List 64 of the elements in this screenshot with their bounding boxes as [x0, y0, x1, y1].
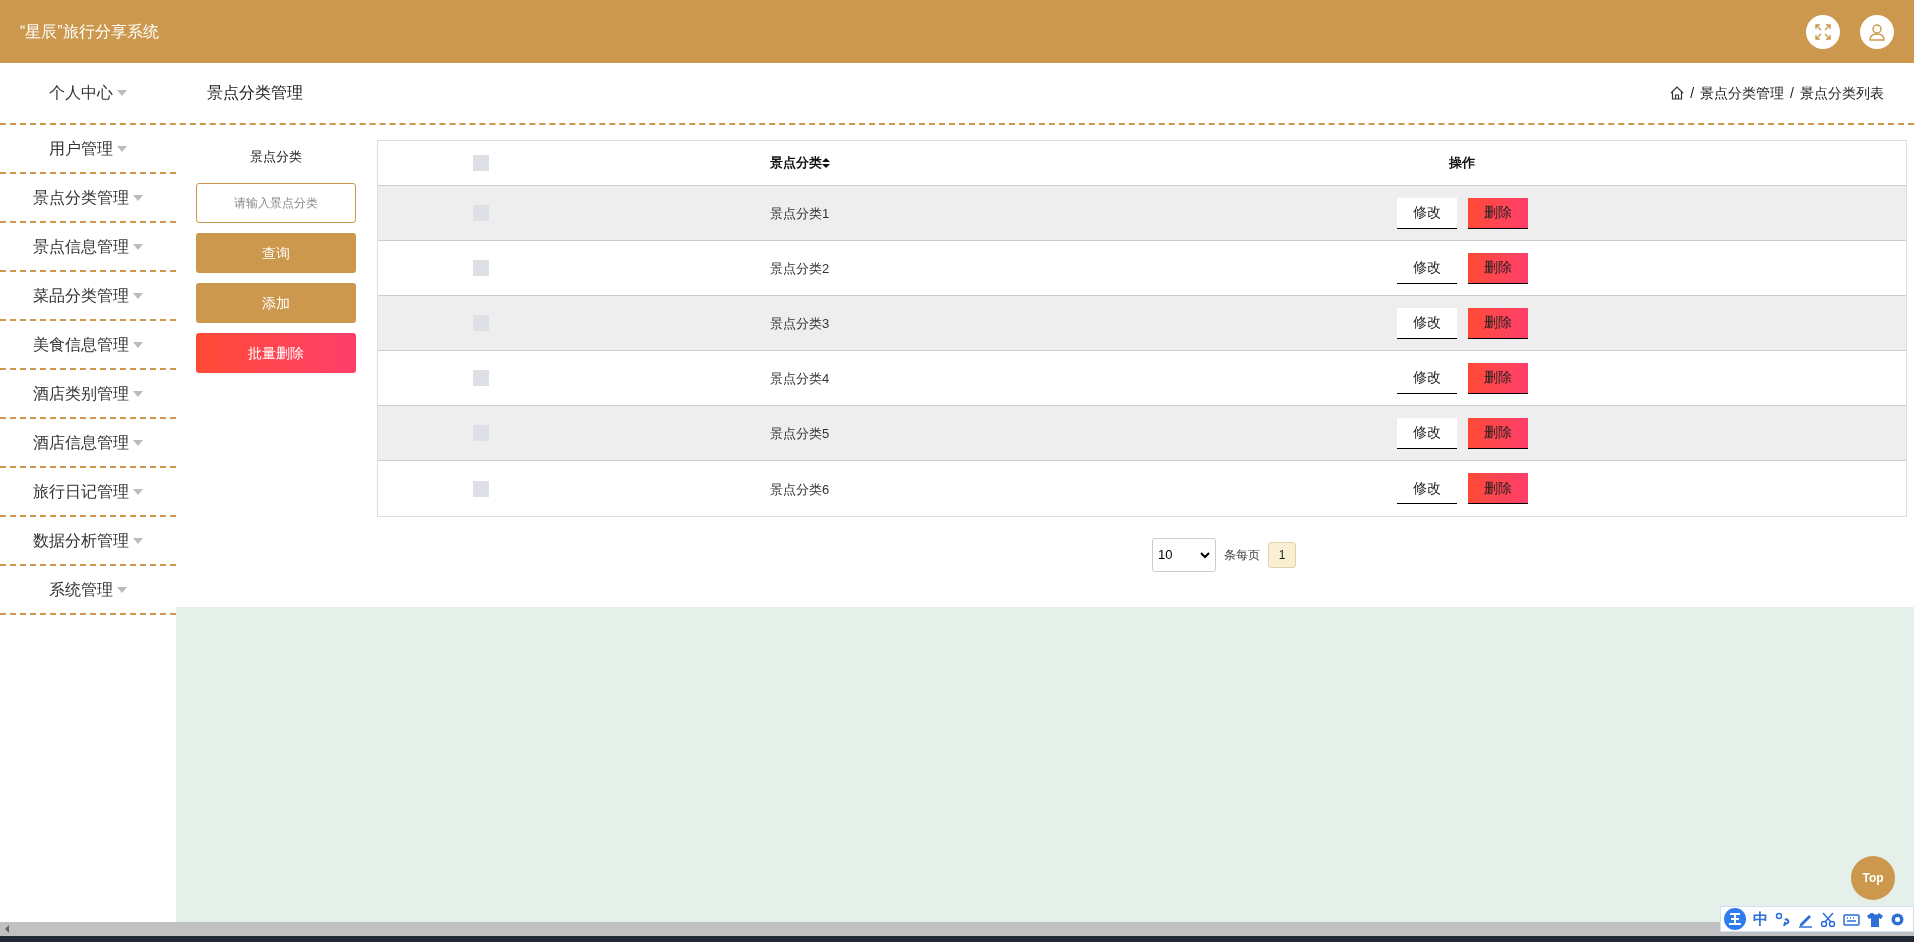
caret-icon	[133, 194, 143, 201]
edit-button[interactable]: 修改	[1396, 417, 1457, 449]
per-page-label: 条每页	[1224, 547, 1260, 564]
delete-button[interactable]: 删除	[1467, 473, 1528, 504]
field-label: 景点分类	[249, 147, 303, 166]
delete-button[interactable]: 删除	[1467, 252, 1528, 284]
delete-button[interactable]: 删除	[1467, 417, 1528, 449]
sidebar-item[interactable]: 酒店类别管理	[0, 370, 176, 417]
sidebar-item[interactable]: 美食信息管理	[0, 321, 176, 368]
checkbox[interactable]	[473, 155, 489, 171]
table-cell: 景点分类6	[770, 481, 830, 497]
fullscreen-icon[interactable]	[1806, 14, 1840, 49]
checkbox[interactable]	[473, 480, 489, 497]
sort-icon	[822, 158, 830, 168]
delete-button[interactable]: 删除	[1467, 197, 1528, 229]
sidebar-item[interactable]: 菜品分类管理	[0, 272, 176, 319]
breadcrumb-link[interactable]: 景点分类管理	[1700, 82, 1785, 104]
sidebar-item[interactable]: 用户管理	[0, 125, 176, 172]
page-title: 景点分类管理	[207, 83, 303, 103]
table-cell: 景点分类4	[770, 371, 830, 386]
page-size-select[interactable]: 10	[1152, 538, 1216, 572]
table-cell: 景点分类5	[770, 426, 830, 441]
user-icon[interactable]	[1860, 14, 1894, 49]
sidebar-item[interactable]: 系统管理	[0, 566, 176, 613]
sidebar-item[interactable]: 景点信息管理	[0, 223, 176, 270]
caret-icon	[117, 586, 127, 593]
caret-icon	[133, 243, 143, 250]
caret-icon	[117, 145, 127, 152]
punctuation-icon[interactable]	[1774, 910, 1791, 928]
sidebar-item[interactable]: 景点分类管理	[0, 174, 176, 221]
table-cell: 景点分类1	[770, 206, 830, 221]
edit-button[interactable]: 修改	[1396, 197, 1457, 229]
breadcrumb-separator: /	[1790, 83, 1794, 103]
column-header[interactable]: 景点分类	[770, 153, 830, 173]
table-cell: 景点分类3	[770, 316, 830, 331]
breadcrumb-separator: /	[1690, 83, 1695, 103]
caret-icon	[133, 439, 143, 446]
shirt-icon[interactable]	[1866, 910, 1883, 928]
sidebar-item[interactable]: 旅行日记管理	[0, 468, 176, 515]
checkbox[interactable]	[473, 260, 489, 276]
breadcrumb-link[interactable]: 景点分类列表	[1800, 82, 1884, 104]
chevron-down-icon	[1200, 551, 1210, 559]
sidebar-item[interactable]: 酒店信息管理	[0, 419, 176, 466]
caret-icon	[133, 341, 143, 348]
edit-button[interactable]: 修改	[1396, 307, 1457, 339]
table-cell: 景点分类2	[770, 261, 830, 276]
sidebar-item[interactable]: 数据分析管理	[0, 517, 176, 564]
sidebar-item[interactable]: 个人中心	[0, 63, 176, 123]
app-title: “星辰”旅行分享系统	[20, 21, 159, 42]
checkbox[interactable]	[473, 370, 489, 386]
caret-icon	[133, 488, 143, 495]
delete-button[interactable]: 删除	[1467, 362, 1528, 394]
caret-icon	[133, 390, 143, 397]
delete-button[interactable]: 删除	[1467, 307, 1528, 339]
caret-icon	[117, 90, 127, 96]
ime-logo-icon[interactable]	[1723, 907, 1747, 931]
input-mode-toggle[interactable]: 中	[1753, 907, 1768, 931]
home-icon[interactable]	[1670, 86, 1685, 100]
column-header: 操作	[1449, 154, 1475, 173]
scissors-icon[interactable]	[1820, 910, 1837, 928]
search-field[interactable]: 请输入景点分类	[196, 183, 356, 223]
caret-icon	[133, 537, 143, 544]
caret-icon	[133, 292, 143, 299]
page-button[interactable]: 1	[1268, 542, 1296, 568]
